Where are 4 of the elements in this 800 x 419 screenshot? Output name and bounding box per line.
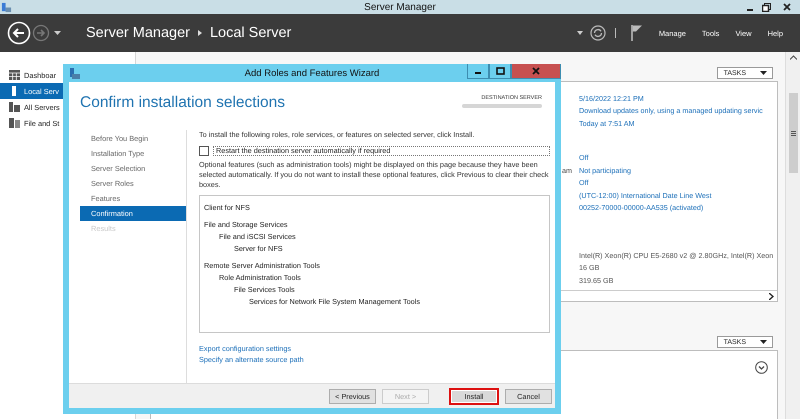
dialog-title: Add Roles and Features Wizard: [244, 68, 380, 78]
breadcrumb-current: Local Server: [210, 25, 292, 41]
window-title: Server Manager: [364, 2, 436, 12]
page-heading: Confirm installation selections: [80, 94, 286, 112]
